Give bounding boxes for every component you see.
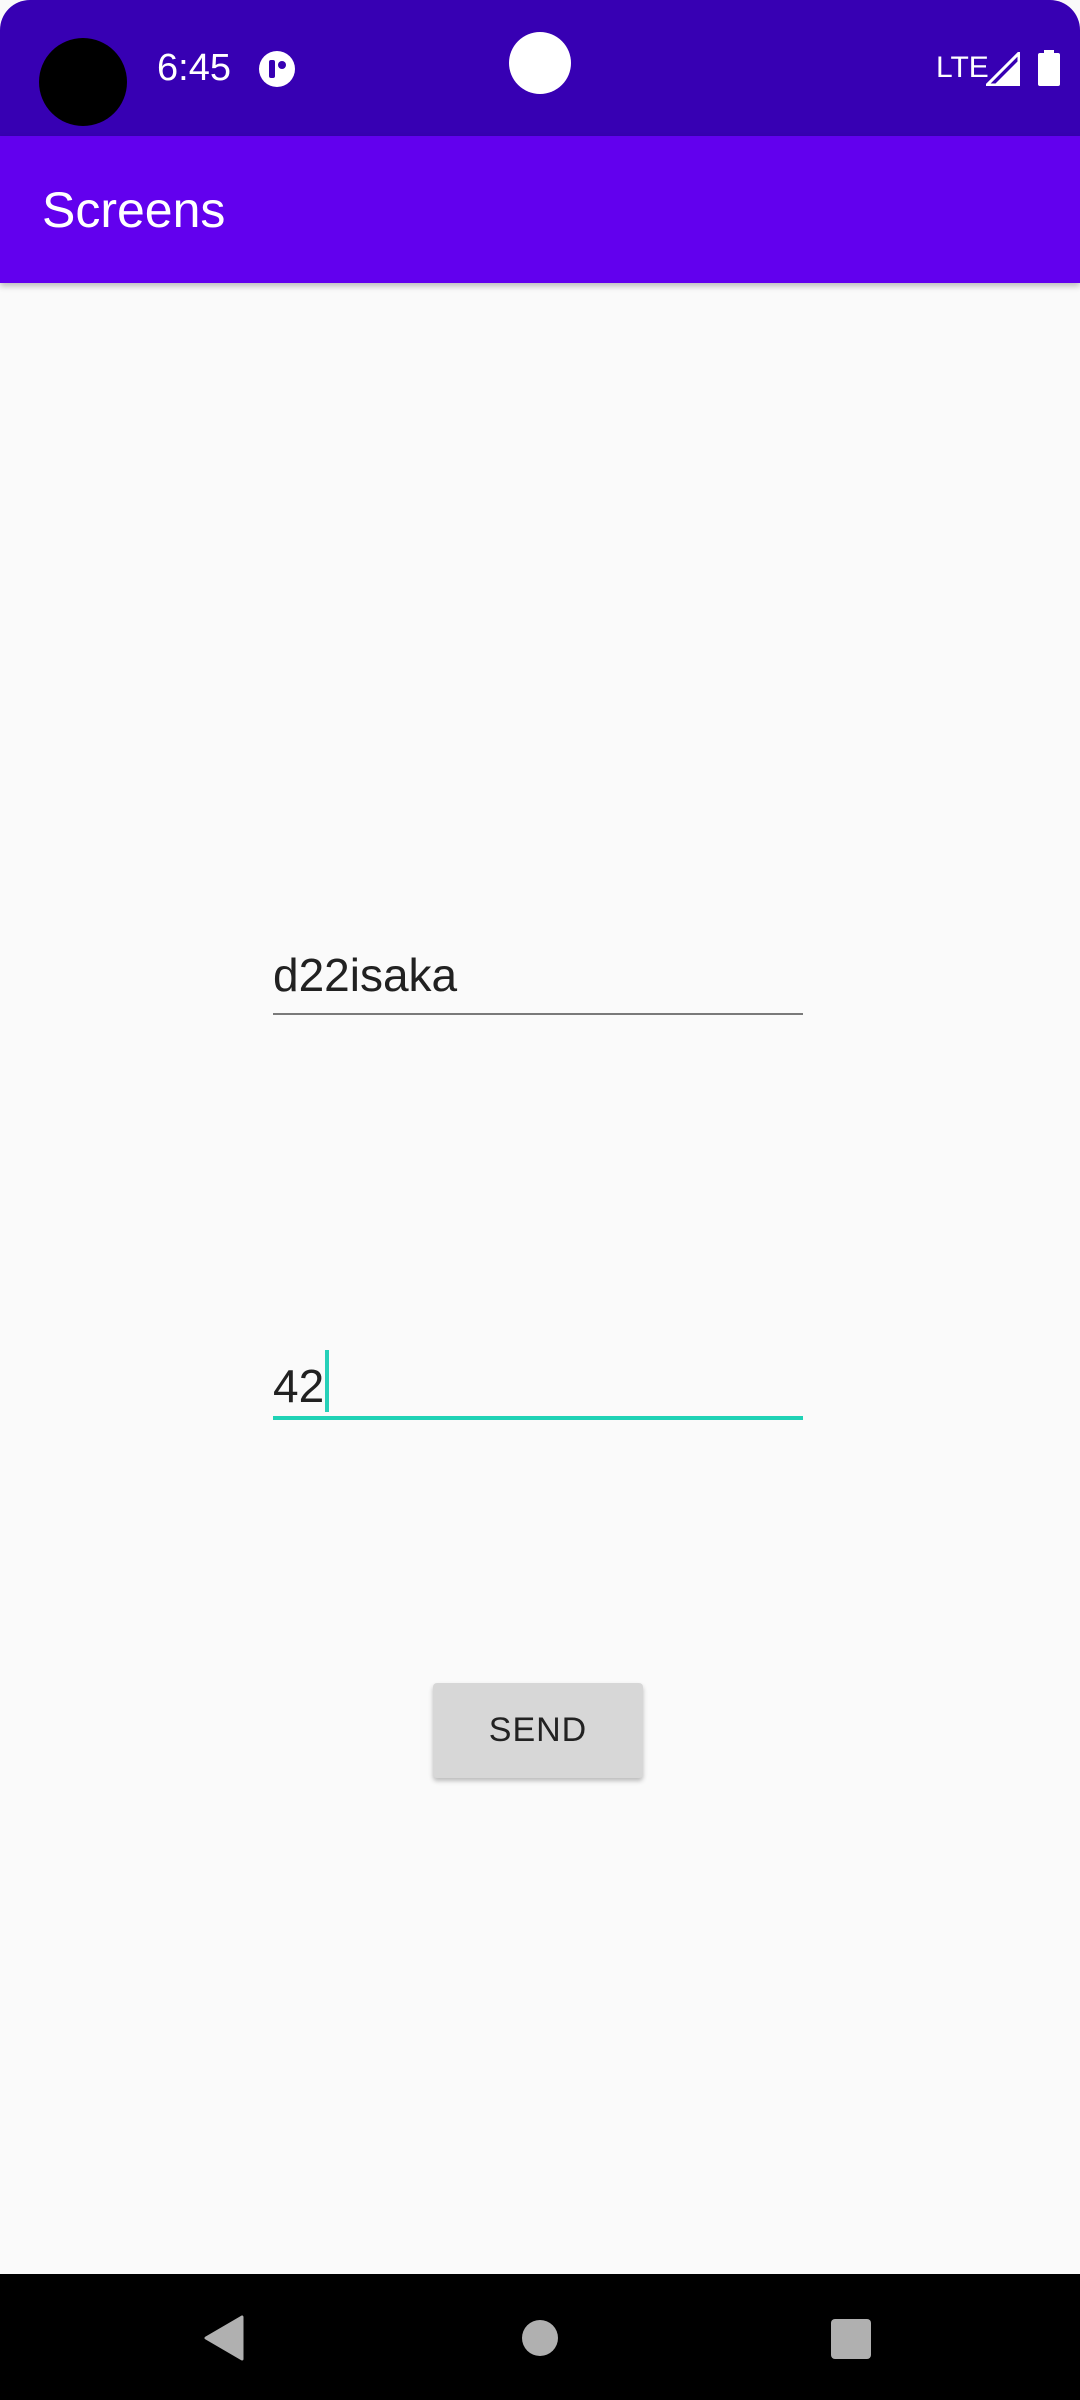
name-field[interactable]: d22isaka: [273, 937, 803, 1017]
number-field-underline: [273, 1416, 803, 1420]
navigation-bar: [0, 2274, 1080, 2400]
app-title: Screens: [42, 182, 226, 238]
name-field-value: d22isaka: [273, 949, 458, 1001]
battery-icon: [1038, 50, 1060, 86]
camera-cutout: [39, 38, 127, 126]
home-icon[interactable]: [522, 2320, 558, 2356]
number-field[interactable]: 42: [273, 1340, 803, 1420]
network-type-label: LTE: [936, 51, 989, 84]
number-field-value: 42: [273, 1360, 325, 1412]
send-button[interactable]: SEND: [433, 1683, 643, 1778]
text-cursor: [325, 1350, 330, 1412]
signal-icon: [986, 52, 1020, 86]
back-icon[interactable]: [204, 2315, 244, 2361]
recents-icon[interactable]: [831, 2319, 871, 2359]
app-bar: Screens: [0, 136, 1080, 283]
status-time: 6:45: [157, 47, 231, 89]
name-field-underline: [273, 1013, 803, 1015]
status-bar: 6:45 LTE: [0, 0, 1080, 136]
number-field-content: 42: [273, 1350, 330, 1414]
front-sensor-dot: [509, 32, 571, 94]
app-notification-icon: [259, 51, 295, 87]
